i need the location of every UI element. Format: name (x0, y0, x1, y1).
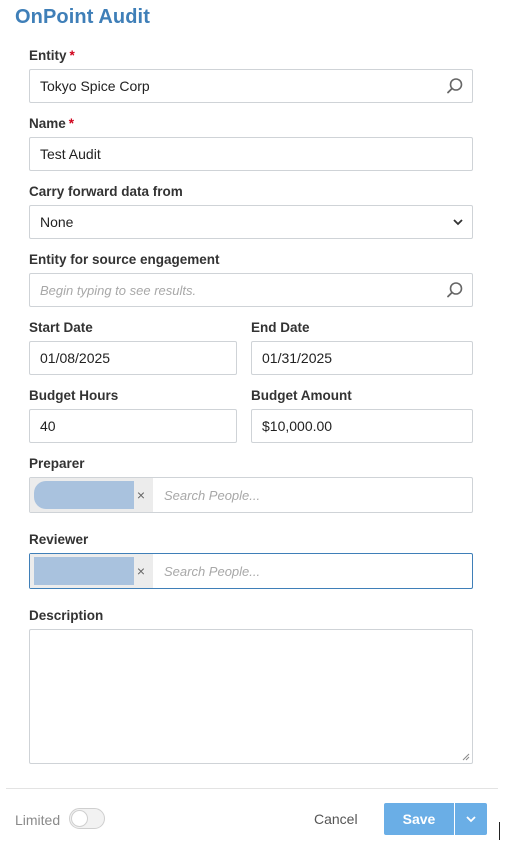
budget-hours-field[interactable]: 40 (29, 409, 237, 443)
reviewer-chip: × (30, 554, 153, 588)
resize-handle-icon[interactable] (462, 753, 470, 761)
close-icon[interactable]: × (137, 564, 145, 578)
budget-hours-label: Budget Hours (29, 388, 119, 403)
source-entity-field[interactable]: Begin typing to see results. (29, 273, 473, 307)
carry-forward-select[interactable]: None (29, 205, 473, 239)
limited-label: Limited (15, 812, 61, 828)
reviewer-placeholder: Search People... (164, 563, 261, 579)
toggle-knob (71, 810, 88, 827)
description-textarea[interactable] (29, 629, 473, 764)
search-icon[interactable] (438, 274, 472, 306)
description-label: Description (29, 608, 104, 623)
reviewer-label: Reviewer (29, 532, 89, 547)
source-entity-label: Entity for source engagement (29, 252, 220, 267)
save-button[interactable]: Save (384, 803, 454, 835)
avatar (34, 481, 134, 509)
name-value: Test Audit (40, 146, 101, 162)
preparer-placeholder: Search People... (164, 487, 261, 503)
reviewer-picker[interactable]: × Search People... (29, 553, 473, 589)
preparer-label: Preparer (29, 456, 85, 471)
name-label: Name * (29, 116, 74, 131)
reviewer-search-input[interactable]: Search People... (153, 554, 472, 588)
name-field[interactable]: Test Audit (29, 137, 473, 171)
start-date-label: Start Date (29, 320, 93, 335)
chevron-down-icon (444, 216, 472, 228)
start-date-field[interactable]: 01/08/2025 (29, 341, 237, 375)
end-date-value: 01/31/2025 (262, 350, 333, 366)
save-options-button[interactable] (455, 803, 487, 835)
entity-value: Tokyo Spice Corp (40, 78, 150, 94)
page-title: OnPoint Audit (15, 6, 150, 28)
entity-label-text: Entity (29, 48, 67, 63)
end-date-field[interactable]: 01/31/2025 (251, 341, 473, 375)
preparer-picker[interactable]: × Search People... (29, 477, 473, 513)
end-date-label: End Date (251, 320, 310, 335)
required-mark: * (69, 48, 75, 63)
close-icon[interactable]: × (137, 488, 145, 502)
budget-amount-value: $10,000.00 (262, 418, 333, 434)
carry-forward-value: None (40, 214, 74, 230)
required-mark: * (68, 116, 75, 131)
avatar (34, 557, 134, 585)
entity-label: Entity * (29, 48, 75, 63)
name-label-text: Name (29, 116, 66, 131)
budget-amount-label: Budget Amount (251, 388, 352, 403)
start-date-value: 01/08/2025 (40, 350, 111, 366)
limited-toggle[interactable] (69, 808, 105, 829)
source-entity-placeholder: Begin typing to see results. (40, 282, 197, 298)
cancel-button[interactable]: Cancel (314, 811, 358, 827)
footer-divider (6, 788, 498, 789)
chevron-down-icon (466, 816, 476, 823)
search-icon[interactable] (438, 70, 472, 102)
entity-field[interactable]: Tokyo Spice Corp (29, 69, 473, 103)
preparer-search-input[interactable]: Search People... (153, 478, 472, 512)
preparer-chip: × (30, 478, 153, 512)
budget-hours-value: 40 (40, 418, 56, 434)
budget-amount-field[interactable]: $10,000.00 (251, 409, 473, 443)
carry-forward-label: Carry forward data from (29, 184, 183, 199)
text-cursor (499, 822, 500, 840)
